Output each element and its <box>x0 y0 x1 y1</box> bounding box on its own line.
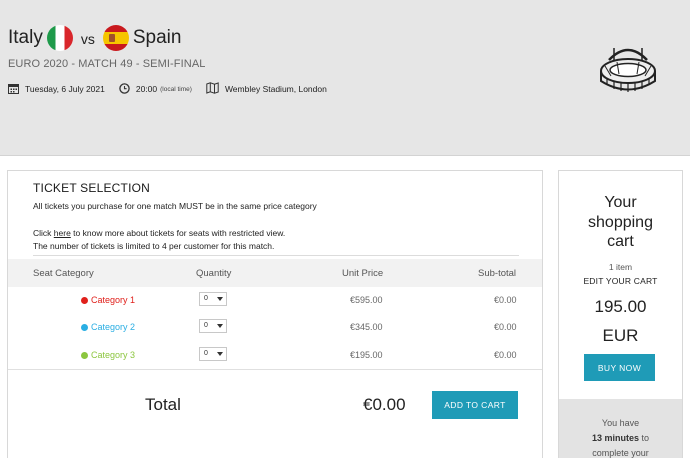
timer-text: You have 13 minutes to complete your <box>591 418 650 458</box>
quantity-select[interactable]: 0 <box>199 347 227 361</box>
time-text: 20:00 <box>135 84 158 94</box>
stadium-icon <box>597 38 659 96</box>
spain-flag-icon <box>102 25 129 51</box>
category-cell: Category 1 <box>81 295 135 305</box>
category-dot-icon <box>81 351 88 359</box>
match-venue: Wembley Stadium, London <box>206 82 327 96</box>
divider <box>33 255 519 256</box>
chevron-down-icon <box>217 352 223 356</box>
ticket-limit-note: The number of tickets is limited to 4 pe… <box>33 241 275 251</box>
italy-flag-icon <box>46 25 73 51</box>
cart-currency: EUR <box>602 326 639 345</box>
table-header: Seat Category Quantity Unit Price Sub-to… <box>8 259 542 287</box>
clock-icon <box>119 82 130 96</box>
category-dot-icon <box>81 323 88 331</box>
venue-text: Wembley Stadium, London <box>224 84 327 94</box>
match-header: Italy vs Spain EURO 2020 - MATCH 49 - SE… <box>0 0 690 156</box>
table-row: Category 1 0 €595.00 €0.00 <box>8 287 542 314</box>
subtotal: €0.00 <box>494 350 517 360</box>
time-note: (local time) <box>160 85 192 93</box>
match-subtitle: EURO 2020 - MATCH 49 - SEMI-FINAL <box>8 58 206 70</box>
table-row: Category 2 0 €345.00 €0.00 <box>8 314 542 341</box>
versus-label: vs <box>80 31 95 47</box>
teams: Italy vs Spain <box>8 25 181 51</box>
shopping-cart-panel: Your shopping cart 1 item EDIT YOUR CART… <box>558 170 683 458</box>
cart-item-count: 1 item <box>608 262 633 272</box>
ticket-selection-panel: TICKET SELECTION All tickets you purchas… <box>7 170 543 458</box>
buy-now-button[interactable]: BUY NOW <box>584 354 655 381</box>
edit-cart-link[interactable]: EDIT YOUR CART <box>559 276 682 286</box>
divider <box>8 369 542 370</box>
category-cell: Category 2 <box>81 322 135 332</box>
chevron-down-icon <box>217 324 223 328</box>
category-cell: Category 3 <box>81 350 135 360</box>
match-time: 20:00 (local time) <box>119 82 192 96</box>
quantity-select[interactable]: 0 <box>199 292 227 306</box>
calendar-icon <box>8 83 19 96</box>
restricted-view-note: Click here to know more about tickets fo… <box>33 228 286 238</box>
match-date: Tuesday, 6 July 2021 <box>8 83 105 96</box>
category-name: Category 2 <box>91 322 136 332</box>
total-label: Total <box>145 395 181 414</box>
timer-minutes: 13 minutes <box>591 433 639 443</box>
category-name: Category 3 <box>91 350 136 360</box>
add-to-cart-button[interactable]: ADD TO CART <box>432 391 518 419</box>
date-text: Tuesday, 6 July 2021 <box>25 84 105 94</box>
category-dot-icon <box>81 296 88 304</box>
subtotal: €0.00 <box>494 295 517 305</box>
restricted-view-link[interactable]: here <box>54 228 71 238</box>
col-unit-price: Unit Price <box>342 268 384 279</box>
unit-price: €195.00 <box>350 350 383 360</box>
table-row: Category 3 0 €195.00 €0.00 <box>8 342 542 369</box>
match-meta: Tuesday, 6 July 2021 20:00 (local time) … <box>8 82 341 96</box>
reservation-timer: You have 13 minutes to complete your <box>559 399 682 458</box>
cart-amount: 195.00 <box>594 297 647 316</box>
category-name: Category 1 <box>91 295 136 305</box>
same-category-notice: All tickets you purchase for one match M… <box>33 201 317 211</box>
quantity-select[interactable]: 0 <box>199 319 227 333</box>
subtotal: €0.00 <box>494 322 517 332</box>
col-quantity: Quantity <box>196 268 232 279</box>
unit-price: €595.00 <box>350 295 383 305</box>
total-value: €0.00 <box>363 395 406 414</box>
map-icon <box>206 82 219 96</box>
ticket-selection-title: TICKET SELECTION <box>33 181 151 195</box>
col-subtotal: Sub-total <box>478 268 517 279</box>
unit-price: €345.00 <box>350 322 383 332</box>
chevron-down-icon <box>217 297 223 301</box>
col-seat-category: Seat Category <box>33 268 94 279</box>
home-team: Italy <box>8 27 43 48</box>
cart-title: Your shopping cart <box>588 194 653 250</box>
away-team: Spain <box>132 27 182 48</box>
